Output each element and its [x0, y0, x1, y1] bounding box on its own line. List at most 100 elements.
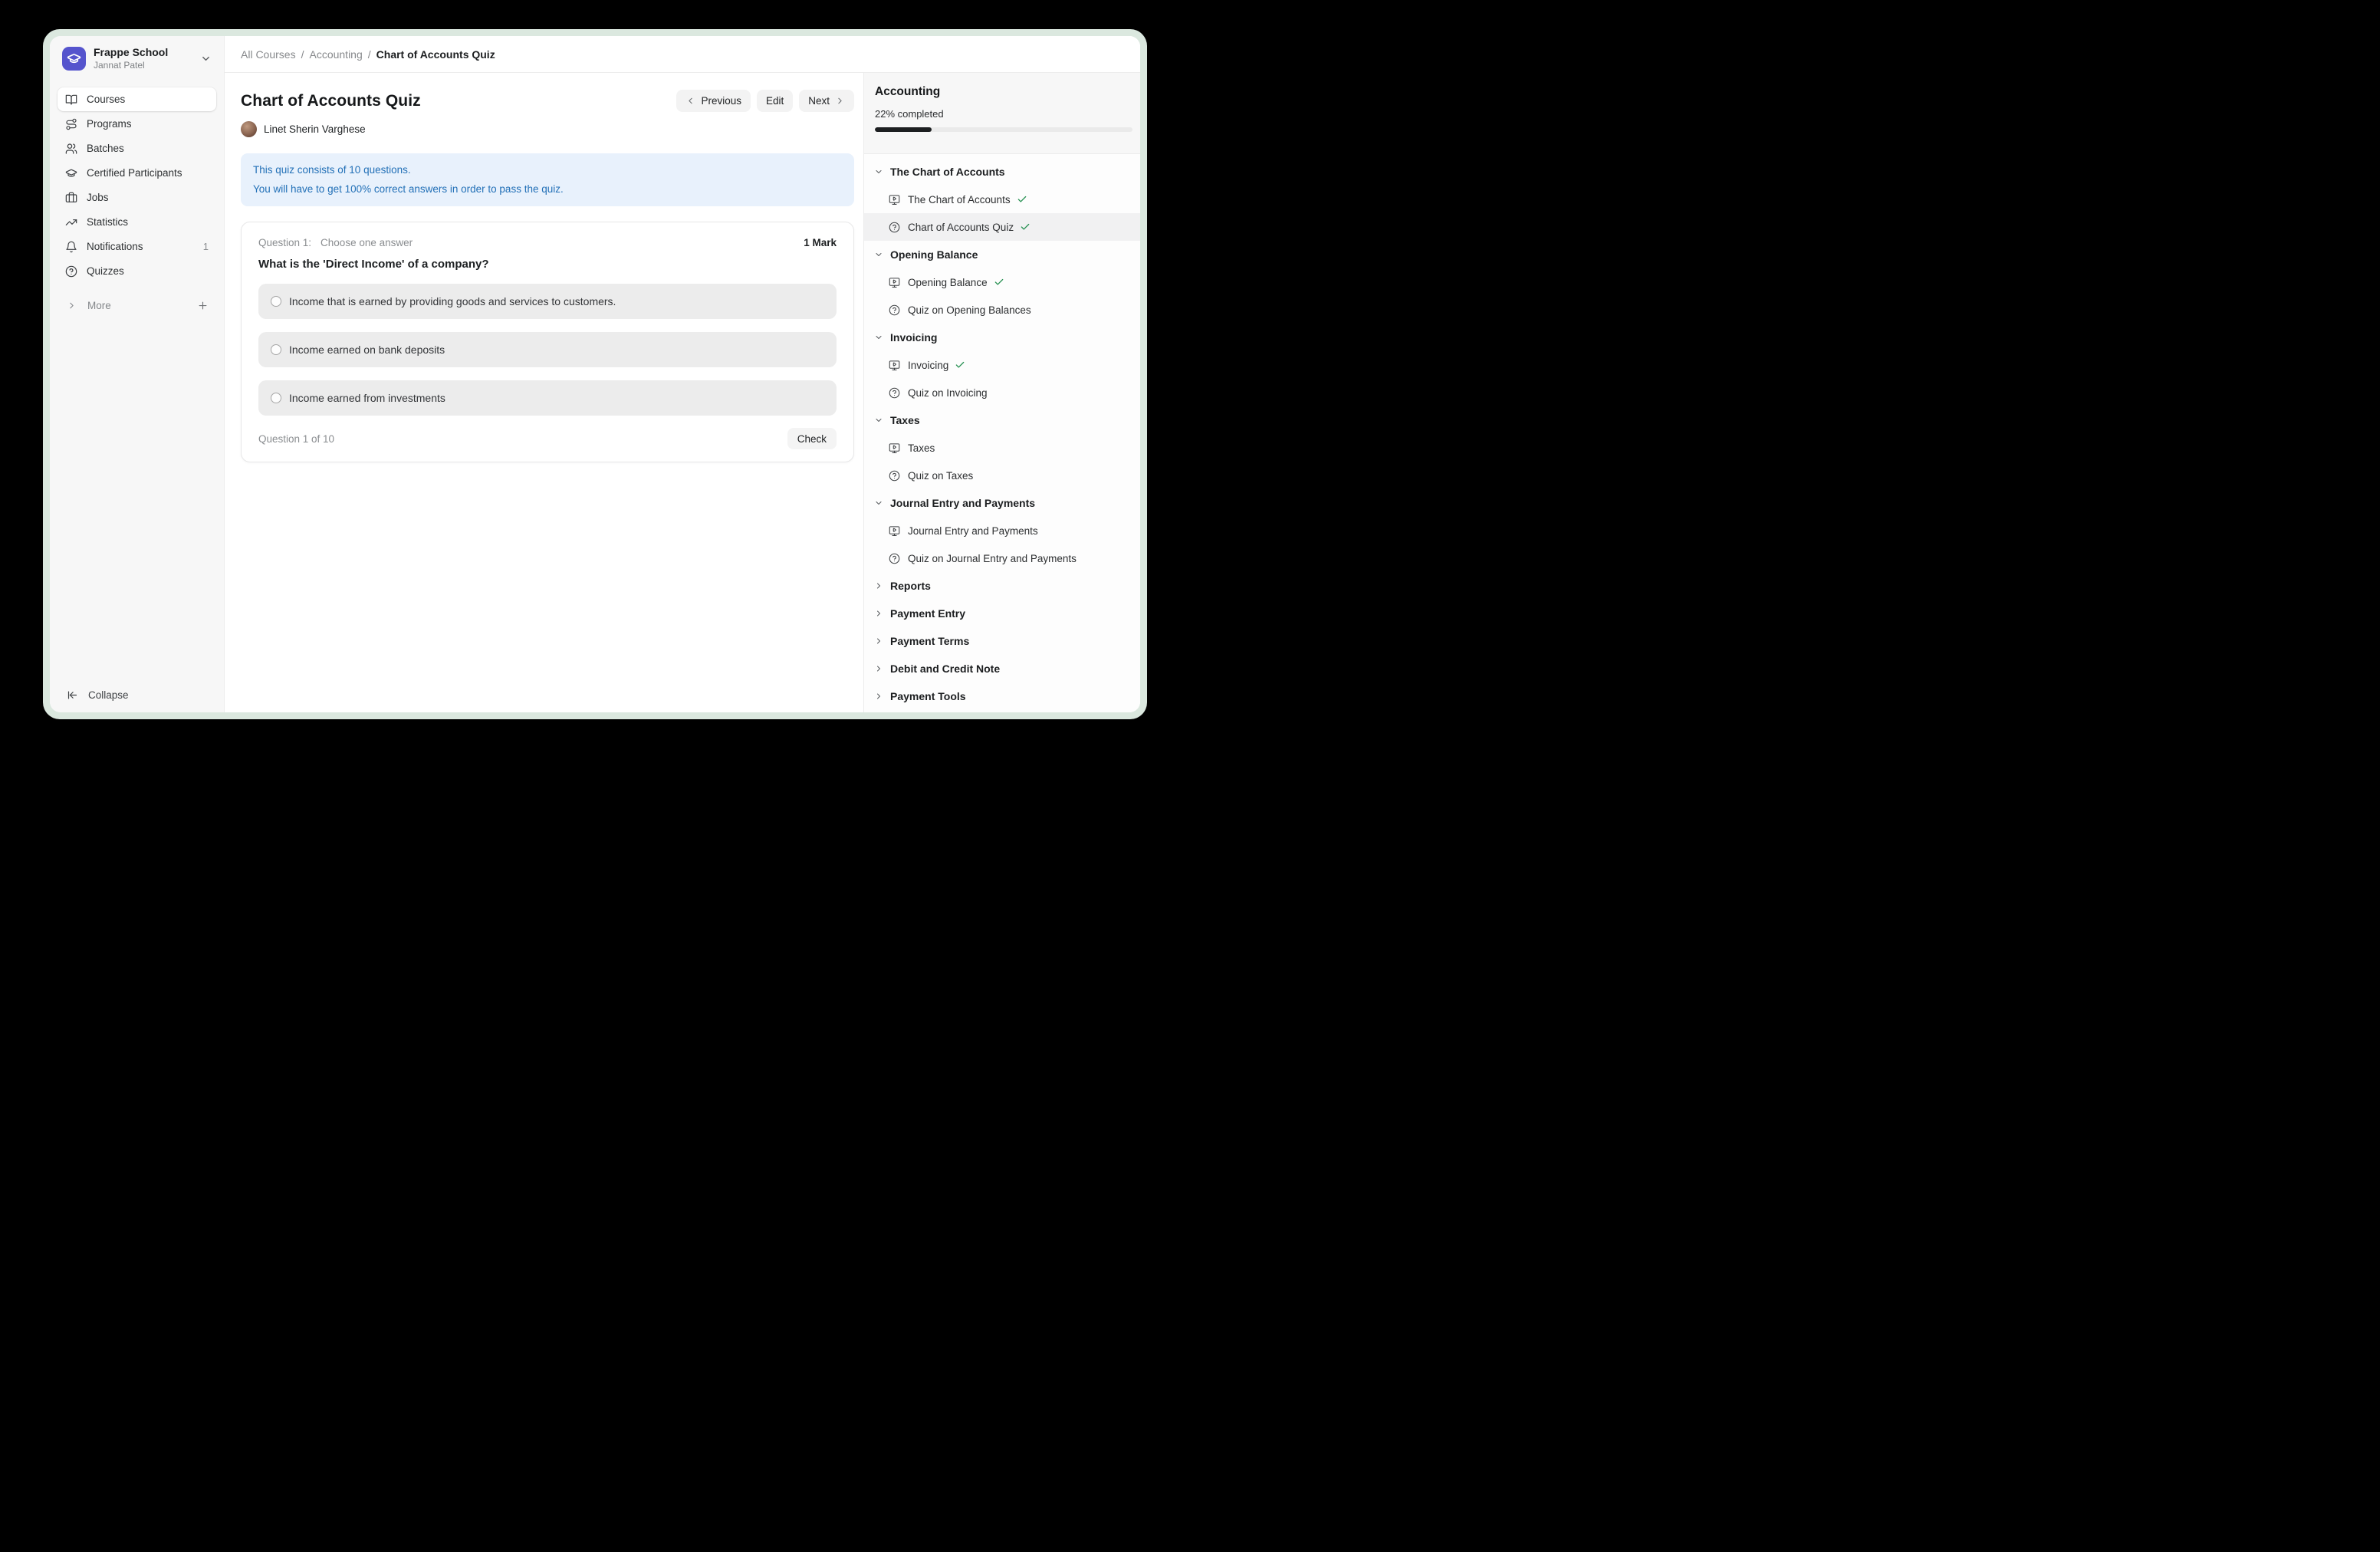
edit-button[interactable]: Edit [757, 90, 793, 112]
answer-option-1[interactable]: Income that is earned by providing goods… [258, 284, 837, 319]
sidebar-item-notifications[interactable]: Notifications 1 [58, 235, 216, 258]
quiz-info-banner: This quiz consists of 10 questions. You … [241, 153, 854, 206]
outline-section-title: Invoicing [890, 331, 937, 344]
course-title: Accounting [875, 85, 1132, 99]
chevron-left-icon [685, 96, 695, 106]
check-answer-button[interactable]: Check [787, 428, 837, 449]
sidebar-item-statistics[interactable]: Statistics [58, 210, 216, 234]
radio-button[interactable] [271, 344, 281, 355]
course-progress-bar [875, 127, 1132, 132]
outline-section-reports[interactable]: Reports [864, 572, 1140, 600]
content-area: All Courses / Accounting / Chart of Acco… [225, 36, 1140, 712]
radio-button[interactable] [271, 393, 281, 403]
sidebar-collapse-button[interactable]: Collapse [50, 689, 224, 712]
route-icon [65, 118, 77, 130]
outline-item-quiz-on-opening-balances[interactable]: Quiz on Opening Balances [864, 296, 1140, 324]
sidebar-item-batches[interactable]: Batches [58, 136, 216, 160]
chevron-down-icon [874, 250, 883, 259]
next-button[interactable]: Next [799, 90, 854, 112]
users-icon [65, 143, 77, 155]
outline-item-quiz-on-journal-entry-and-payments[interactable]: Quiz on Journal Entry and Payments [864, 544, 1140, 572]
breadcrumb-link-accounting[interactable]: Accounting [309, 48, 362, 61]
outline-item-invoicing[interactable]: Invoicing [864, 351, 1140, 379]
monitor-play-icon [889, 360, 900, 371]
app-window: Frappe School Jannat Patel Courses Progr [43, 29, 1147, 719]
outline-section-title: Payment Terms [890, 635, 969, 647]
outline-section-title: Payment Tools [890, 690, 966, 702]
sidebar-item-label: Courses [87, 94, 125, 105]
course-outline-tree: The Chart of Accounts The Chart of Accou… [864, 154, 1140, 712]
book-open-icon [65, 94, 77, 106]
sidebar-item-label: Batches [87, 143, 124, 154]
answer-option-label: Income earned on bank deposits [289, 344, 445, 356]
sidebar-item-certified-participants[interactable]: Certified Participants [58, 161, 216, 185]
outline-item-label: Invoicing [908, 360, 948, 371]
previous-button[interactable]: Previous [676, 90, 751, 112]
quiz-info-line: You will have to get 100% correct answer… [253, 179, 842, 199]
chevron-right-icon [874, 692, 883, 701]
outline-section-payment-entry[interactable]: Payment Entry [864, 600, 1140, 627]
sidebar-item-label: Notifications [87, 241, 143, 252]
graduation-cap-icon [67, 51, 81, 66]
breadcrumb-link-all-courses[interactable]: All Courses [241, 48, 296, 61]
help-circle-icon [889, 222, 900, 233]
outline-section-opening-balance[interactable]: Opening Balance [864, 241, 1140, 268]
sidebar-more-toggle[interactable]: More [50, 296, 224, 314]
outline-item-label: Quiz on Journal Entry and Payments [908, 553, 1077, 564]
chevron-down-icon [874, 416, 883, 425]
school-switcher[interactable]: Frappe School Jannat Patel [62, 46, 215, 71]
outline-item-chart-of-accounts-quiz[interactable]: Chart of Accounts Quiz [864, 213, 1140, 241]
sidebar-item-programs[interactable]: Programs [58, 112, 216, 136]
briefcase-icon [65, 192, 77, 204]
answer-option-2[interactable]: Income earned on bank deposits [258, 332, 837, 367]
sidebar-item-quizzes[interactable]: Quizzes [58, 259, 216, 283]
outline-section-the-chart-of-accounts[interactable]: The Chart of Accounts [864, 158, 1140, 186]
breadcrumb-current-page: Chart of Accounts Quiz [376, 48, 495, 61]
outline-section-payment-tools[interactable]: Payment Tools [864, 682, 1140, 710]
outline-item-quiz-on-invoicing[interactable]: Quiz on Invoicing [864, 379, 1140, 406]
previous-label: Previous [701, 95, 741, 107]
outline-section-title: Opening Balance [890, 248, 978, 261]
add-button[interactable] [197, 300, 209, 311]
radio-button[interactable] [271, 296, 281, 307]
sidebar-item-jobs[interactable]: Jobs [58, 186, 216, 209]
quiz-main-content: Chart of Accounts Quiz Previous Edit [225, 73, 863, 712]
frappe-school-app: Frappe School Jannat Patel Courses Progr [50, 36, 1140, 712]
quiz-info-line: This quiz consists of 10 questions. [253, 160, 842, 179]
check-icon [955, 360, 965, 370]
sidebar-item-courses[interactable]: Courses [58, 87, 216, 111]
outline-section-title: Reports [890, 580, 931, 592]
chevron-down-icon [874, 167, 883, 176]
monitor-play-icon [889, 194, 900, 206]
breadcrumb-separator: / [368, 48, 371, 61]
outline-item-journal-entry-and-payments[interactable]: Journal Entry and Payments [864, 517, 1140, 544]
answer-option-3[interactable]: Income earned from investments [258, 380, 837, 416]
outline-section-taxes[interactable]: Taxes [864, 406, 1140, 434]
chevron-down-icon [874, 333, 883, 342]
outline-section-title: Payment Entry [890, 607, 965, 620]
chevron-right-icon [874, 581, 883, 590]
desktop-background: Frappe School Jannat Patel Courses Progr [0, 0, 1190, 776]
outline-section-payment-terms[interactable]: Payment Terms [864, 627, 1140, 655]
question-card: Question 1: Choose one answer 1 Mark Wha… [241, 222, 854, 462]
outline-section-invoicing[interactable]: Invoicing [864, 324, 1140, 351]
outline-item-taxes[interactable]: Taxes [864, 434, 1140, 462]
sidebar-item-label: Jobs [87, 192, 109, 203]
chevron-right-icon [835, 96, 845, 106]
outline-item-quiz-on-taxes[interactable]: Quiz on Taxes [864, 462, 1140, 489]
check-icon [1017, 194, 1027, 205]
outline-section-debit-and-credit-note[interactable]: Debit and Credit Note [864, 655, 1140, 682]
outline-item-label: Journal Entry and Payments [908, 525, 1038, 537]
outline-item-the-chart-of-accounts[interactable]: The Chart of Accounts [864, 186, 1140, 213]
collapse-label: Collapse [88, 689, 129, 701]
check-icon [1020, 222, 1031, 232]
chevron-right-icon [874, 636, 883, 646]
help-circle-icon [889, 304, 900, 316]
notification-count-badge: 1 [203, 241, 209, 252]
outline-section-journal-entry-and-payments[interactable]: Journal Entry and Payments [864, 489, 1140, 517]
outline-item-label: The Chart of Accounts [908, 194, 1011, 206]
outline-item-opening-balance[interactable]: Opening Balance [864, 268, 1140, 296]
question-pagination: Question 1 of 10 [258, 433, 334, 445]
chevron-down-icon [200, 53, 212, 64]
course-progress-header: Accounting 22% completed [864, 73, 1140, 154]
